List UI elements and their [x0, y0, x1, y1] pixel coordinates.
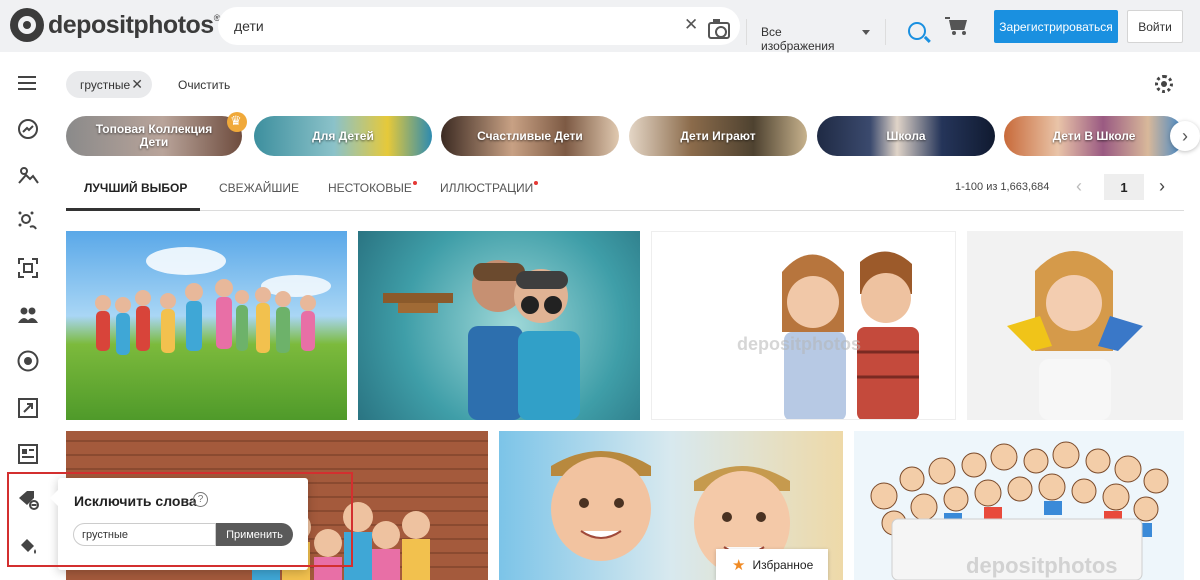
expand-icon[interactable]: [16, 396, 40, 420]
new-dot: [412, 181, 417, 185]
article-icon[interactable]: [16, 442, 40, 466]
search-icon[interactable]: [908, 22, 926, 40]
tab-non-stock-label: НЕСТОКОВЫЕ: [328, 181, 412, 195]
prev-page-icon[interactable]: ‹: [1076, 176, 1082, 197]
category-school[interactable]: Школа: [817, 116, 995, 156]
help-icon[interactable]: ?: [193, 492, 208, 507]
photo-pilot-kids[interactable]: [358, 231, 640, 420]
pilot-kids-graphic: [383, 260, 580, 420]
new-dot: [534, 181, 539, 185]
favorites-label: Избранное: [752, 557, 814, 572]
category-happy-kids[interactable]: Счастливые Дети: [441, 116, 619, 156]
watermark: depositphotos: [737, 334, 861, 354]
exclude-tag-icon[interactable]: [16, 488, 40, 512]
photo-boy-girl[interactable]: depositphotos: [651, 231, 956, 420]
person-circle-icon[interactable]: [16, 349, 40, 373]
page-number-input[interactable]: 1: [1104, 174, 1144, 200]
remove-filter-icon[interactable]: ✕: [131, 76, 143, 93]
focus-icon[interactable]: [16, 256, 40, 280]
divider: [746, 19, 747, 45]
boy-girl-graphic: [782, 251, 919, 419]
chevron-down-icon[interactable]: [862, 30, 870, 35]
photo-cartoon-kids[interactable]: depositphotos: [854, 431, 1184, 580]
effects-icon[interactable]: [16, 209, 40, 233]
active-tab-indicator: [66, 208, 200, 211]
tab-illustrations[interactable]: ИЛЛЮСТРАЦИИ: [440, 181, 539, 195]
filter-chip[interactable]: грустные ✕: [66, 71, 152, 98]
logo-text: depositphotos: [48, 10, 214, 39]
search-bar: ✕ Все изображения: [218, 7, 926, 53]
star-icon: ★: [732, 556, 746, 574]
image-type-select[interactable]: Все изображения: [761, 25, 835, 53]
trending-icon[interactable]: [16, 117, 40, 141]
apply-button[interactable]: Применить: [216, 523, 293, 546]
tab-newest[interactable]: СВЕЖАЙШИЕ: [219, 181, 299, 195]
exclude-words-popup: Исключить слова ? Применить: [50, 478, 308, 570]
tab-illustrations-label: ИЛЛЮСТРАЦИИ: [440, 181, 534, 195]
tab-non-stock[interactable]: НЕСТОКОВЫЕ: [328, 181, 417, 195]
photo-kids-running[interactable]: [66, 231, 347, 420]
cart-icon[interactable]: [945, 17, 968, 35]
exclude-words-input[interactable]: [73, 523, 216, 546]
next-page-icon[interactable]: ›: [1159, 176, 1165, 197]
filter-chip-label: грустные: [80, 77, 131, 92]
add-to-favorites-button[interactable]: ★ Избранное: [716, 549, 828, 580]
logo[interactable]: depositphotos®: [10, 8, 220, 42]
register-button[interactable]: Зарегистрироваться: [994, 10, 1118, 43]
search-input[interactable]: [234, 16, 454, 36]
results-count: 1-100 из 1,663,684: [955, 181, 1050, 193]
gear-icon[interactable]: [1155, 75, 1173, 93]
category-label: Школа: [886, 128, 926, 143]
category-for-kids[interactable]: Для Детей: [254, 116, 432, 156]
category-kids-playing[interactable]: Дети Играют: [629, 116, 807, 156]
category-label: Дети Играют: [680, 128, 756, 143]
divider: [885, 19, 886, 45]
crown-icon: [227, 112, 247, 132]
people-icon[interactable]: [16, 303, 40, 327]
logo-camera-icon: [10, 8, 44, 42]
category-label: Дети В Школе: [1052, 128, 1136, 143]
photo-girl-painted-hands[interactable]: [967, 231, 1183, 420]
tabs-divider: [66, 210, 1184, 211]
category-kids-at-school[interactable]: Дети В Школе: [1004, 116, 1184, 156]
kids-running-graphic: [95, 247, 331, 355]
header: depositphotos® ✕ Все изображения Зарегис…: [0, 0, 1200, 53]
category-label: Счастливые Дети: [477, 128, 583, 143]
login-button[interactable]: Войти: [1127, 10, 1183, 43]
tab-best[interactable]: ЛУЧШИЙ ВЫБОР: [84, 181, 187, 195]
category-top-collection[interactable]: Топовая Коллекция Дети: [66, 116, 242, 156]
landscape-icon[interactable]: [16, 163, 40, 187]
paint-bucket-icon[interactable]: [16, 534, 40, 558]
exclude-words-title: Исключить слова: [74, 493, 197, 509]
menu-icon[interactable]: [16, 72, 40, 96]
categories-next-button[interactable]: ›: [1170, 121, 1200, 151]
category-label: Для Детей: [312, 128, 374, 143]
camera-icon[interactable]: [708, 19, 730, 39]
clear-search-icon[interactable]: ✕: [684, 15, 698, 35]
watermark: depositphotos: [966, 553, 1118, 578]
clear-filters-link[interactable]: Очистить: [178, 78, 230, 92]
painted-hands-graphic: [1007, 251, 1143, 420]
category-label: Топовая Коллекция Дети: [95, 122, 213, 149]
